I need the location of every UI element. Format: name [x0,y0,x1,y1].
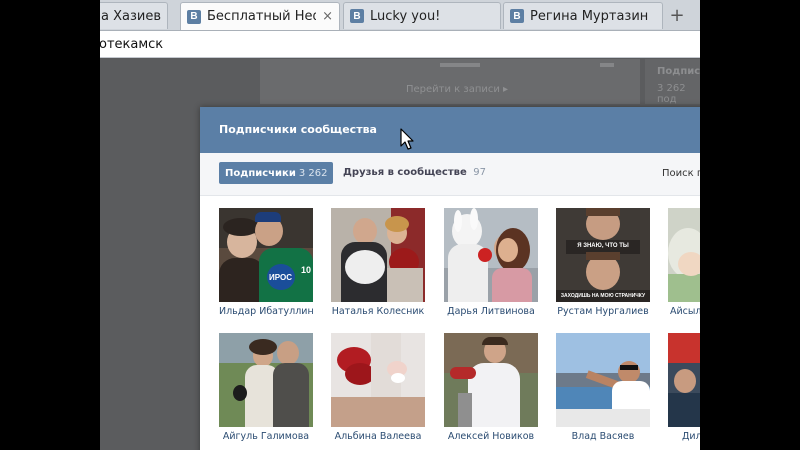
avatar[interactable]: ИРОС 10 [219,208,313,302]
subscriber-card[interactable]: ИРОС 10 Ильдар Ибатуллин [219,208,314,317]
subscriber-name[interactable]: Дарья Литвинова [444,306,538,317]
tab-subscribers[interactable]: Подписчики 3 262 [219,162,334,184]
subscriber-card[interactable]: Айсылу [668,208,700,317]
subscribers-block-title: Подписчи [657,66,700,77]
new-tab-button[interactable]: + [664,3,690,27]
browser-tab-active[interactable]: В Бесплатный Неф × [180,2,340,30]
address-bar[interactable]: отекамск [100,31,700,58]
meme-caption-bottom: ЗАХОДИШЬ НА МОЮ СТРАНИЧКУ [560,293,646,299]
modal-header: Подписчики сообщества [200,107,700,153]
avatar[interactable] [444,333,538,427]
meme-caption-top: Я ЗНАЮ, ЧТО ТЫ [577,243,629,249]
avatar[interactable] [219,333,313,427]
subscriber-card[interactable]: Алексей Новиков [444,333,538,442]
vk-favicon-icon: В [187,9,201,24]
modal-tabs: Подписчики 3 262 Друзья в сообществе 97 … [200,153,700,196]
browser-tab-strip: а Хазиев В Бесплатный Неф × В Lucky you!… [100,0,700,31]
vk-favicon-icon: В [350,9,364,23]
subscriber-name[interactable]: Айсылу [668,306,700,317]
goto-post-link[interactable]: Перейти к записи ▸ [406,84,508,95]
avatar[interactable] [331,208,425,302]
tab-friends[interactable]: Друзья в сообществе 97 [343,167,486,178]
subscriber-card[interactable]: Айгуль Галимова [219,333,313,442]
people-search-input[interactable]: Поиск пол [662,168,700,179]
subscriber-name[interactable]: Алексей Новиков [444,431,538,442]
feed-post-footer [260,59,700,104]
subscriber-card[interactable]: Я ЗНАЮ, ЧТО ТЫ ЗАХОДИШЬ НА МОЮ СТРАНИЧКУ… [556,208,650,317]
jersey-text: ИРОС [269,273,292,282]
subscriber-name[interactable]: Влад Васяев [556,431,650,442]
subscriber-name[interactable]: Рустам Нургалиев [556,306,650,317]
avatar[interactable] [668,333,700,427]
browser-tab[interactable]: В Lucky you! [343,2,501,29]
avatar[interactable]: Я ЗНАЮ, ЧТО ТЫ ЗАХОДИШЬ НА МОЮ СТРАНИЧКУ [556,208,650,302]
tab-friends-count: 97 [473,167,486,178]
avatar[interactable] [668,208,700,302]
avatar[interactable] [444,208,538,302]
tab-label: Регина Муртазин [530,8,649,24]
modal-title: Подписчики сообщества [219,123,377,136]
tab-subscribers-label: Подписчики [225,167,296,179]
vk-favicon-icon: В [510,9,524,23]
browser-tab[interactable]: В Регина Муртазин [503,2,663,29]
browser-tab[interactable]: а Хазиев [100,2,168,29]
subscriber-card[interactable]: Влад Васяев [556,333,650,442]
close-tab-icon[interactable]: × [322,9,333,24]
tab-label: Бесплатный Неф [207,9,317,24]
subscriber-card[interactable]: Альбина Валеева [331,333,425,442]
tab-label: Lucky you! [370,8,441,24]
subscribers-block-count: 3 262 под [657,83,686,105]
avatar[interactable] [331,333,425,427]
subscriber-name[interactable]: Альбина Валеева [331,431,425,442]
address-text: отекамск [100,36,164,52]
avatar[interactable] [556,333,650,427]
screen: а Хазиев В Бесплатный Неф × В Lucky you!… [100,0,700,450]
subscribers-modal: Подписчики сообщества Подписчики 3 262 Д… [200,107,700,450]
subscriber-name[interactable]: Дил [668,431,700,442]
subscriber-name[interactable]: Наталья Колесник [331,306,425,317]
tab-subscribers-count: 3 262 [298,167,328,179]
subscriber-name[interactable]: Айгуль Галимова [219,431,313,442]
tab-label: а Хазиев [101,8,161,24]
mouse-cursor-icon [400,128,414,150]
jersey-number: 10 [301,265,312,275]
subscriber-card[interactable]: Дил [668,333,700,442]
subscriber-card[interactable]: Дарья Литвинова [444,208,538,317]
subscriber-card[interactable]: Наталья Колесник [331,208,425,317]
subscriber-name[interactable]: Ильдар Ибатуллин [219,306,314,317]
tab-friends-label: Друзья в сообществе [343,167,467,178]
